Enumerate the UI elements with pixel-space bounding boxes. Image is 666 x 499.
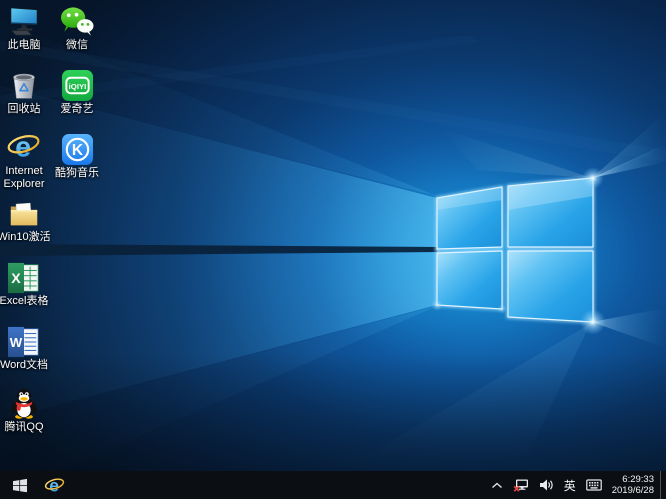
taskbar: e 英 6:29:33 2019/6/28	[0, 471, 666, 499]
language-indicator[interactable]: 英	[559, 477, 581, 494]
chevron-up-icon	[491, 482, 502, 488]
svg-text:X: X	[11, 270, 21, 286]
internet-explorer-icon: e	[6, 130, 42, 164]
desktop-icon-wechat[interactable]: 微信	[49, 4, 105, 52]
start-button[interactable]	[0, 471, 40, 499]
desktop-icon-win10-activate[interactable]: Win10激活	[0, 196, 52, 244]
excel-icon: X	[6, 260, 42, 294]
desktop: 此电脑 微信 回收站 iQIYI 爱奇艺 e Internet Explorer…	[0, 0, 666, 499]
desktop-icon-internet-explorer[interactable]: e Internet Explorer	[0, 130, 52, 191]
desktop-icon-label: Word文档	[0, 359, 49, 371]
desktop-icon-this-pc[interactable]: 此电脑	[0, 4, 52, 52]
network-status-button[interactable]	[508, 471, 534, 499]
desktop-icon-label: 此电脑	[7, 39, 41, 51]
desktop-icon-excel[interactable]: X Excel表格	[0, 260, 52, 308]
wechat-icon	[59, 4, 95, 38]
network-disconnected-icon	[513, 479, 528, 492]
svg-text:W: W	[10, 335, 23, 350]
system-tray: 英 6:29:33 2019/6/28	[486, 471, 666, 499]
internet-explorer-icon: e	[44, 475, 65, 495]
taskbar-empty-area	[70, 471, 486, 499]
kugou-music-icon: K	[59, 132, 95, 166]
desktop-icon-label: 回收站	[7, 103, 41, 115]
desktop-icon-recycle-bin[interactable]: 回收站	[0, 68, 52, 116]
volume-button[interactable]	[534, 471, 559, 499]
this-pc-icon	[6, 4, 42, 38]
desktop-icon-label: Excel表格	[0, 295, 49, 307]
recycle-bin-icon	[6, 68, 42, 102]
windows-logo-icon	[13, 478, 27, 492]
desktop-icon-label: 腾讯QQ	[4, 421, 44, 433]
svg-text:K: K	[71, 142, 83, 159]
desktop-icon-kugou-music[interactable]: K 酷狗音乐	[49, 132, 105, 180]
desktop-icon-label: 微信	[66, 39, 88, 51]
show-hidden-icons-button[interactable]	[486, 471, 508, 499]
touch-keyboard-icon	[585, 479, 602, 491]
show-desktop-button[interactable]	[660, 471, 666, 499]
desktop-icon-label: 爱奇艺	[60, 103, 94, 115]
speaker-volume-icon	[539, 479, 553, 491]
desktop-icon-tencent-qq[interactable]: 腾讯QQ	[0, 386, 52, 434]
taskbar-clock[interactable]: 6:29:33 2019/6/28	[607, 474, 660, 497]
clock-time: 6:29:33	[622, 473, 654, 485]
desktop-icon-word[interactable]: W Word文档	[0, 324, 52, 372]
taskbar-internet-explorer-button[interactable]: e	[40, 471, 70, 499]
ime-keyboard-button[interactable]	[581, 471, 607, 499]
iqiyi-icon: iQIYI	[59, 68, 95, 102]
desktop-icon-iqiyi[interactable]: iQIYI 爱奇艺	[49, 68, 105, 116]
desktop-icon-label: Internet Explorer	[3, 165, 45, 190]
desktop-icon-label: Win10激活	[0, 231, 51, 243]
qq-penguin-icon	[6, 386, 42, 420]
desktop-icon-label: 酷狗音乐	[55, 167, 99, 179]
folder-icon	[6, 196, 42, 230]
clock-date: 2019/6/28	[611, 485, 654, 496]
word-icon: W	[6, 324, 42, 358]
svg-text:iQIYI: iQIYI	[68, 82, 86, 91]
